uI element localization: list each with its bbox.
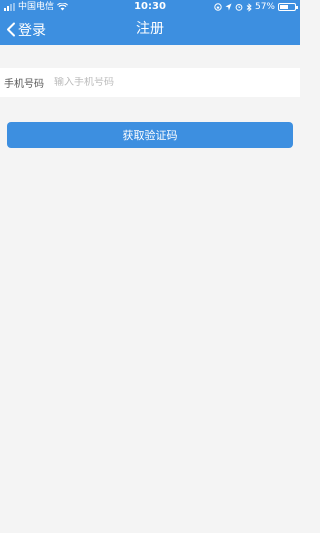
get-verification-code-button[interactable]: 获取验证码 — [7, 122, 293, 148]
location-icon — [225, 3, 232, 11]
battery-fill — [280, 5, 288, 9]
app-header: 中国电信 10:30 57% 登录 注册 — [0, 0, 300, 45]
alarm-icon — [235, 4, 243, 11]
phone-input[interactable] — [54, 77, 274, 88]
phone-field-row: 手机号码 — [0, 68, 300, 97]
bluetooth-icon — [246, 2, 252, 12]
status-bar: 中国电信 10:30 57% — [0, 0, 300, 14]
battery-icon — [278, 3, 298, 11]
page-title: 注册 — [136, 21, 164, 37]
phone-label: 手机号码 — [4, 79, 44, 90]
nav-bar: 登录 注册 — [0, 14, 300, 45]
lock-rotation-icon — [214, 3, 222, 11]
status-right: 57% — [214, 0, 298, 14]
battery-percent: 57% — [254, 2, 275, 12]
